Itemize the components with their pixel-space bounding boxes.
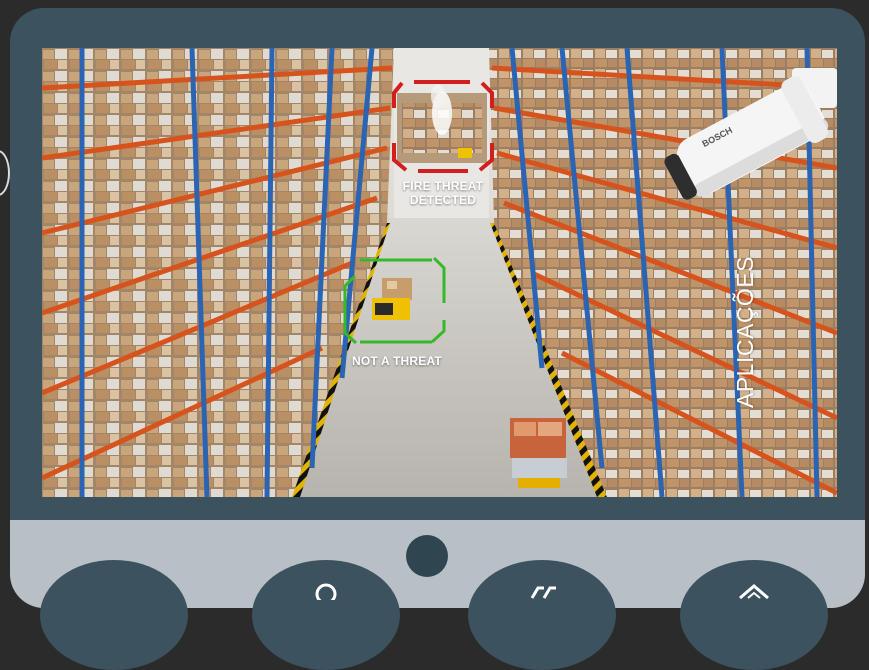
edge-handle — [0, 150, 10, 196]
side-section-label: APLICAÇÕES — [732, 256, 758, 408]
home-icon — [734, 578, 774, 606]
home-button[interactable] — [406, 535, 448, 577]
warehouse-scene — [42, 48, 837, 497]
home-icon-svg — [739, 584, 769, 600]
search-icon — [311, 578, 341, 606]
search-icon-svg — [315, 583, 337, 605]
arrows-icon-svg — [530, 586, 556, 599]
app-button-4[interactable] — [680, 560, 828, 670]
not-threat-label: NOT A THREAT — [352, 354, 442, 368]
fire-threat-line1: FIRE THREAT — [402, 179, 484, 193]
app-button-2[interactable] — [252, 560, 400, 670]
device-frame: FIRE THREAT DETECTED NOT A THREAT BOSCH … — [10, 8, 865, 608]
fire-threat-label: FIRE THREAT DETECTED — [392, 179, 494, 207]
app-button-1[interactable] — [40, 560, 188, 670]
app-button-3[interactable] — [468, 560, 616, 670]
camera-view[interactable]: FIRE THREAT DETECTED NOT A THREAT BOSCH … — [42, 48, 837, 497]
fire-threat-line2: DETECTED — [409, 193, 477, 207]
arrows-icon — [522, 578, 562, 606]
